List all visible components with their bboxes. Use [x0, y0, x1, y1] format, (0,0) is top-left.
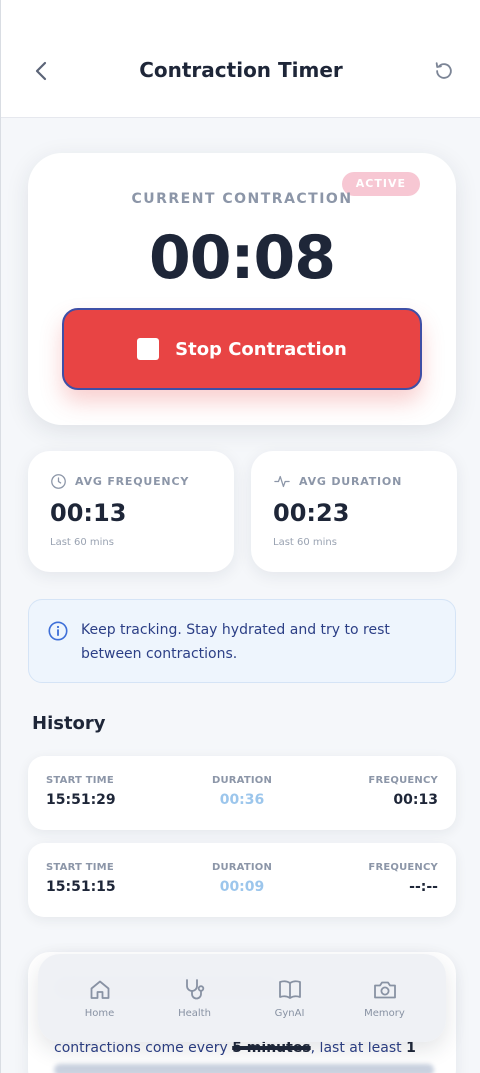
app-header: Contraction Timer [1, 0, 480, 118]
home-icon [90, 980, 109, 999]
tab-label: Home [84, 1007, 115, 1019]
info-text: Keep tracking. Stay hydrated and try to … [81, 622, 390, 662]
info-icon [48, 621, 68, 641]
guidance-text-part: , last at least [310, 1040, 407, 1056]
stop-contraction-label: Stop Contraction [175, 338, 347, 360]
guidance-text-bold: 1 [406, 1040, 416, 1056]
screen: Contraction Timer ACTIVE CURRENT CONTRAC… [0, 0, 480, 1073]
avg-duration-label: AVG DURATION [299, 475, 403, 488]
avg-frequency-card: AVG FREQUENCY 00:13 Last 60 mins [28, 451, 234, 572]
stethoscope-icon [185, 978, 204, 999]
contraction-timer: 00:08 [149, 223, 336, 293]
avg-duration-subtitle: Last 60 mins [273, 537, 337, 548]
bottom-tab-bar: Home Health GynAI Memory [38, 954, 446, 1042]
history-row[interactable]: START TIME 15:51:15 DURATION 00:09 FREQU… [28, 843, 456, 917]
reset-icon [435, 62, 452, 79]
frequency-value: --:-- [409, 879, 438, 895]
info-banner: Keep tracking. Stay hydrated and try to … [28, 599, 456, 683]
tab-gynai[interactable]: GynAI [249, 978, 331, 1019]
book-icon [278, 979, 301, 999]
stop-icon [137, 338, 160, 360]
tab-home[interactable]: Home [59, 978, 141, 1019]
guidance-text-bold: 5 minutes [232, 1040, 311, 1056]
avg-duration-card: AVG DURATION 00:23 Last 60 mins [251, 451, 457, 572]
guidance-text: contractions come every 5 minutes, last … [54, 1040, 434, 1056]
avg-frequency-subtitle: Last 60 mins [50, 537, 114, 548]
page-title: Contraction Timer [139, 58, 343, 82]
current-contraction-label: CURRENT CONTRACTION [131, 191, 353, 207]
frequency-label: FREQUENCY [368, 862, 438, 873]
tab-label: Health [178, 1007, 211, 1019]
history-title: History [32, 713, 106, 734]
tab-label: GynAI [274, 1007, 305, 1019]
avg-frequency-label: AVG FREQUENCY [75, 475, 190, 488]
frequency-label: FREQUENCY [368, 775, 438, 786]
guidance-text-part: contractions come every [54, 1040, 233, 1056]
camera-icon [373, 981, 396, 998]
current-contraction-card: ACTIVE CURRENT CONTRACTION 00:08 Stop Co… [28, 153, 456, 425]
tab-health[interactable]: Health [154, 978, 236, 1019]
reset-button[interactable] [431, 58, 457, 84]
tab-memory[interactable]: Memory [344, 978, 426, 1019]
frequency-value: 00:13 [393, 792, 438, 808]
tab-label: Memory [364, 1007, 405, 1019]
avg-frequency-value: 00:13 [50, 499, 127, 527]
guidance-text-obscured [54, 1064, 434, 1073]
clock-icon [51, 474, 66, 489]
history-row[interactable]: START TIME 15:51:29 DURATION 00:36 FREQU… [28, 756, 456, 830]
activity-icon [274, 475, 290, 488]
stop-contraction-button[interactable]: Stop Contraction [62, 308, 422, 390]
avg-duration-value: 00:23 [273, 499, 350, 527]
